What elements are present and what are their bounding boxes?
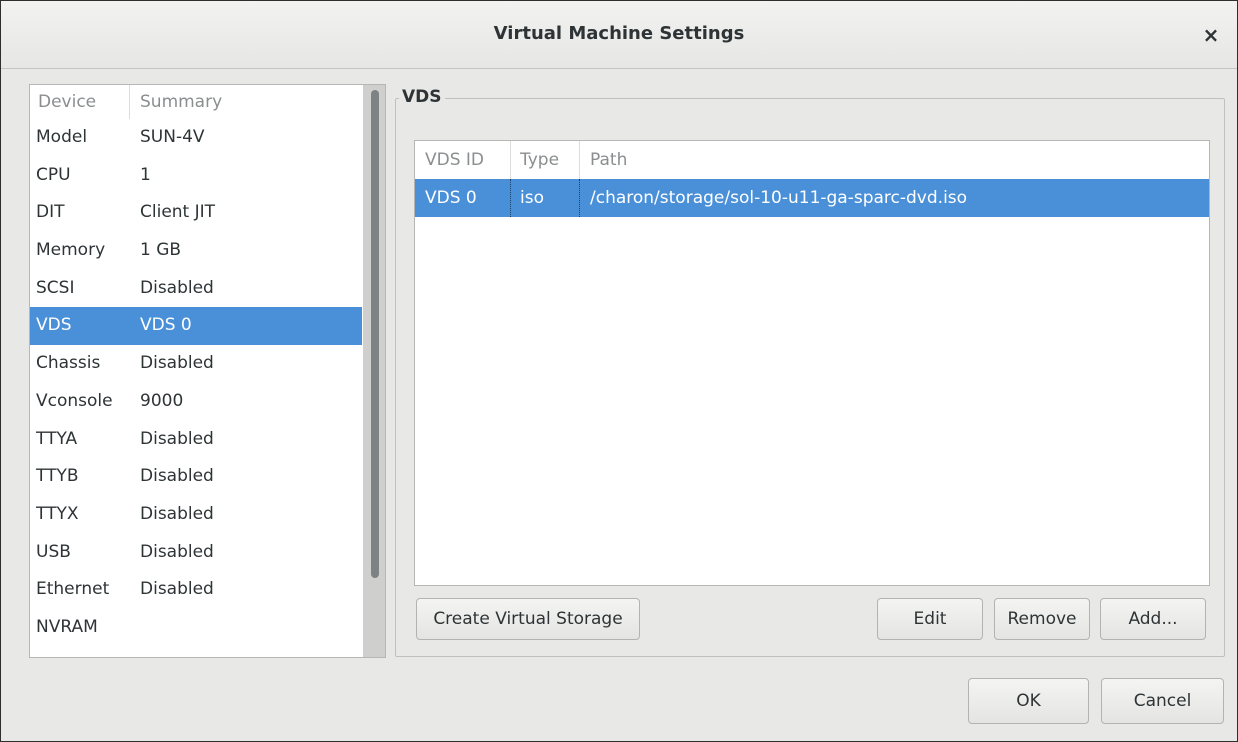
create-virtual-storage-button[interactable]: Create Virtual Storage: [416, 598, 640, 640]
cancel-button[interactable]: Cancel: [1101, 678, 1224, 724]
device-summary: Disabled: [140, 503, 214, 524]
device-name: TTYX: [36, 503, 79, 524]
remove-button[interactable]: Remove: [994, 598, 1090, 640]
device-list-scrollbar[interactable]: [363, 85, 385, 657]
device-summary: Disabled: [140, 353, 214, 374]
device-summary: Disabled: [140, 428, 214, 449]
settings-dialog: Virtual Machine Settings × Device Summar…: [0, 0, 1238, 742]
device-row-ttya[interactable]: TTYA Disabled: [30, 421, 362, 459]
device-row-model[interactable]: Model SUN-4V: [30, 119, 362, 157]
device-list-header: Device Summary: [30, 85, 362, 119]
ok-button[interactable]: OK: [968, 678, 1089, 724]
vds-table: VDS ID Type Path VDS 0 iso /charon/stora…: [414, 140, 1210, 586]
column-header-device[interactable]: Device: [38, 92, 96, 112]
device-summary: Disabled: [140, 466, 214, 487]
device-name: Model: [36, 127, 88, 147]
path-cell: /charon/storage/sol-10-u11-ga-sparc-dvd.…: [590, 188, 968, 208]
device-summary: SUN-4V: [140, 127, 205, 147]
column-header-vds-id[interactable]: VDS ID: [425, 150, 484, 170]
device-row-memory[interactable]: Memory 1 GB: [30, 232, 362, 270]
device-summary: Disabled: [140, 277, 214, 298]
device-row-vconsole[interactable]: Vconsole 9000: [30, 383, 362, 421]
device-list-panel: Device Summary Model SUN-4V CPU 1 DIT Client …: [29, 84, 386, 658]
column-header-type[interactable]: Type: [520, 150, 559, 170]
vds-id-cell: VDS 0: [425, 188, 477, 208]
device-name: TTYB: [36, 466, 79, 487]
device-summary: Client JIT: [140, 202, 216, 223]
device-summary: 1 GB: [140, 240, 182, 261]
edit-button[interactable]: Edit: [877, 598, 983, 640]
device-row-cpu[interactable]: CPU 1: [30, 157, 362, 195]
title-bar: Virtual Machine Settings ×: [1, 1, 1237, 69]
device-name: USB: [36, 541, 71, 562]
device-name: CPU: [36, 164, 71, 185]
scrollbar-thumb[interactable]: [371, 90, 379, 578]
device-row-ethernet[interactable]: Ethernet Disabled: [30, 571, 362, 609]
device-summary: Disabled: [140, 541, 214, 562]
add-button[interactable]: Add...: [1100, 598, 1206, 640]
device-name: Memory: [36, 240, 106, 261]
device-summary: 1: [140, 164, 151, 185]
type-cell: iso: [520, 188, 544, 208]
device-summary: 9000: [140, 390, 184, 411]
device-name: NVRAM: [36, 616, 98, 637]
vds-frame-label: VDS: [399, 87, 445, 107]
device-row-ttyb[interactable]: TTYB Disabled: [30, 458, 362, 496]
dialog-title: Virtual Machine Settings: [493, 23, 745, 44]
device-name: Vconsole: [36, 390, 113, 411]
device-row-scsi[interactable]: SCSI Disabled: [30, 270, 362, 308]
device-list: Model SUN-4V CPU 1 DIT Client JIT Memory 1 GB SC…: [30, 119, 362, 647]
device-summary: Disabled: [140, 579, 214, 600]
device-row-dit[interactable]: DIT Client JIT: [30, 194, 362, 232]
device-row-vds[interactable]: VDS VDS 0: [30, 307, 362, 346]
device-name: Chassis: [36, 353, 101, 374]
close-icon[interactable]: ×: [1197, 21, 1225, 49]
table-row[interactable]: VDS 0 iso /charon/storage/sol-10-u11-ga-…: [415, 179, 1209, 217]
device-row-ttyx[interactable]: TTYX Disabled: [30, 496, 362, 534]
device-summary: VDS 0: [140, 315, 192, 336]
device-row-usb[interactable]: USB Disabled: [30, 534, 362, 572]
device-name: TTYA: [36, 428, 78, 449]
column-header-summary[interactable]: Summary: [140, 92, 222, 112]
device-row-nvram[interactable]: NVRAM: [30, 609, 362, 647]
device-name: Ethernet: [36, 579, 110, 600]
device-name: SCSI: [36, 277, 75, 298]
device-name: DIT: [36, 202, 65, 223]
device-row-chassis[interactable]: Chassis Disabled: [30, 345, 362, 383]
vds-table-header: VDS ID Type Path: [415, 141, 1209, 179]
column-header-path[interactable]: Path: [590, 150, 627, 170]
device-name: VDS: [36, 315, 72, 336]
